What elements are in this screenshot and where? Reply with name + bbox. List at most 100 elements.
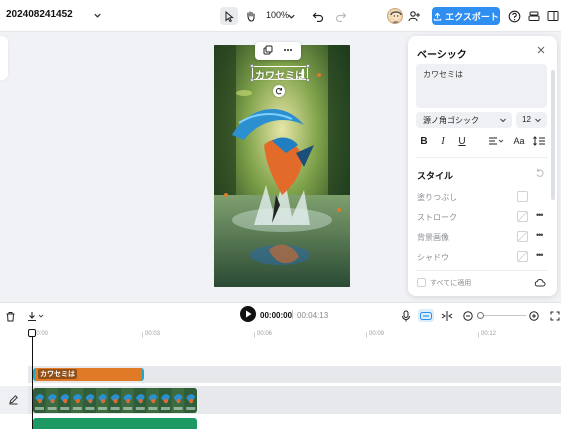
properties-panel: ベーシック カワセミは 源ノ角ゴシック 12 B I U Aa スタイル 塗りつ… (408, 36, 557, 296)
video-thumbnail-belly (75, 399, 80, 403)
export-button[interactable]: エクスポート (432, 7, 500, 25)
video-thumbnail-splash (35, 407, 44, 410)
fill-checkbox[interactable] (517, 191, 528, 202)
style-row-label: 背景画像 (417, 233, 449, 242)
text-content-field[interactable]: カワセミは (416, 64, 547, 108)
hand-tool-button[interactable] (242, 7, 260, 25)
video-thumbnail-belly (113, 399, 118, 403)
download-icon[interactable] (26, 310, 46, 322)
italic-button[interactable]: I (438, 134, 448, 148)
video-thumbnail-belly (176, 399, 181, 403)
apply-all-checkbox[interactable] (417, 278, 426, 287)
style-row-fill: 塗りつぶし (417, 190, 549, 204)
reset-icon[interactable] (535, 168, 546, 179)
style-row-stroke: ストローク ••• (417, 210, 549, 224)
video-thumbnail-belly (88, 399, 93, 403)
panel-title: ベーシック (417, 50, 467, 61)
play-icon (245, 310, 251, 318)
play-button[interactable] (240, 306, 256, 322)
microphone-icon[interactable] (400, 309, 412, 322)
help-icon[interactable] (506, 8, 522, 24)
canvas-floating-toolbar (255, 42, 301, 60)
zoom-in-icon[interactable] (528, 310, 539, 321)
ruler-tick: 00:06 (253, 331, 273, 338)
chevron-down-icon[interactable] (92, 9, 102, 21)
video-thumbnail-splash (72, 407, 82, 410)
avatar[interactable] (387, 8, 403, 24)
trash-icon[interactable] (4, 310, 16, 322)
resize-handle[interactable] (250, 78, 254, 82)
divider (416, 270, 548, 271)
text-overlay[interactable]: カワセミは (255, 67, 305, 82)
stroke-checkbox[interactable] (517, 211, 528, 222)
collaborator-icon[interactable] (406, 8, 422, 24)
ai-caption-icon[interactable] (418, 309, 434, 322)
project-title[interactable]: 202408241452 (6, 9, 73, 20)
cloud-icon[interactable] (534, 277, 546, 289)
video-thumbnail-splash (47, 407, 57, 410)
video-thumbnail-belly (189, 399, 194, 403)
text-clip[interactable]: カワセミは (33, 368, 144, 381)
shadow-checkbox[interactable] (517, 251, 528, 262)
font-size-value: 12 (522, 115, 531, 124)
video-thumbnail-splash (135, 407, 145, 410)
resize-handle[interactable] (250, 64, 254, 68)
rotate-icon[interactable] (273, 85, 285, 97)
font-family-select[interactable]: 源ノ角ゴシック (416, 112, 512, 128)
redo-icon[interactable] (333, 8, 349, 24)
video-thumbnail-splash (110, 407, 120, 410)
panel-scrollbar[interactable] (551, 70, 555, 200)
video-thumbnail-belly (138, 399, 143, 403)
split-icon[interactable] (440, 309, 453, 322)
playhead-handle[interactable] (28, 329, 36, 337)
left-side-panel[interactable] (0, 36, 8, 80)
time-separator (292, 310, 293, 319)
font-size-select[interactable]: 12 (516, 112, 547, 128)
fit-timeline-icon[interactable] (549, 310, 560, 321)
line-spacing-icon[interactable] (532, 134, 546, 148)
text-format-row: B I U Aa (416, 134, 550, 148)
background-checkbox[interactable] (517, 231, 528, 242)
edit-icon[interactable] (8, 394, 20, 406)
select-tool-button[interactable] (220, 7, 238, 25)
selected-text-box[interactable]: カワセミは (250, 64, 310, 82)
undo-icon[interactable] (310, 8, 326, 24)
duplicate-icon[interactable] (263, 45, 273, 58)
shadow-more-button[interactable]: ••• (536, 250, 544, 260)
upload-icon (433, 12, 442, 21)
resize-handle[interactable] (306, 64, 310, 68)
zoom-chevron-icon[interactable] (286, 10, 296, 22)
align-icon[interactable] (487, 134, 505, 148)
style-row-background: 背景画像 ••• (417, 230, 549, 244)
video-thumbnail-splash (123, 407, 133, 410)
background-more-button[interactable]: ••• (536, 230, 544, 240)
text-case-button[interactable]: Aa (512, 134, 526, 148)
layers-icon[interactable] (526, 8, 542, 24)
stroke-more-button[interactable]: ••• (536, 210, 544, 220)
video-thumbnails (33, 388, 197, 413)
video-clip[interactable] (33, 388, 197, 413)
text-clip-label: カワセミは (38, 369, 77, 379)
close-icon[interactable] (536, 45, 548, 57)
timeline-ruler[interactable]: 00:00 00:03 00:06 00:09 00:12 (28, 331, 561, 345)
timeline-zoom-slider[interactable] (478, 315, 526, 316)
font-family-value: 源ノ角ゴシック (423, 116, 479, 125)
playhead[interactable] (32, 337, 33, 429)
style-row-label: シャドウ (417, 253, 449, 262)
underline-button[interactable]: U (457, 134, 467, 148)
panel-toggle-icon[interactable] (546, 8, 560, 24)
timeline-zoom-handle[interactable] (477, 312, 484, 319)
video-thumbnail-splash (148, 407, 158, 410)
more-options-icon[interactable] (283, 45, 293, 58)
style-row-shadow: シャドウ ••• (417, 250, 549, 264)
audio-clip[interactable] (33, 418, 197, 429)
video-thumbnail-belly (126, 399, 131, 403)
ruler-tick: 00:09 (365, 331, 385, 338)
bold-button[interactable]: B (419, 134, 429, 148)
zoom-out-icon[interactable] (462, 310, 473, 321)
apply-all-label: すべてに適用 (430, 280, 472, 287)
style-row-label: ストローク (417, 213, 457, 222)
apply-all-row: すべてに適用 (417, 278, 547, 290)
resize-handle[interactable] (306, 78, 310, 82)
video-thumbnail-splash (173, 407, 183, 410)
